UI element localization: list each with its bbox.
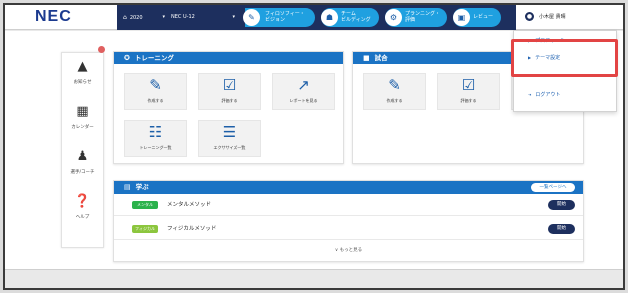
tab-team-building[interactable]: ☗ チーム ビルディング (321, 8, 379, 27)
clipboard-run-icon: ☰ (222, 123, 237, 141)
show-more-link[interactable]: ∨ もっと見る (114, 247, 583, 253)
chevron-down-icon: ▾ (162, 14, 165, 20)
window-frame: NEC ⌂ 2020 ▾ NEC U-12 ▾ ✎ フィロソフィー・ ビジョン ☗… (3, 3, 625, 290)
training-title: トレーニング (134, 54, 174, 62)
edit-doc-icon: ✎ (388, 76, 401, 94)
training-report-tile[interactable]: ↗ レポートを見る (272, 73, 335, 110)
sidebar-item-calendar[interactable]: ▦ カレンダー (62, 98, 103, 142)
home-icon: ⌂ (123, 14, 127, 21)
tab-label: フィロソフィー・ ビジョン (265, 11, 305, 23)
category-badge: フィジカル (132, 225, 158, 233)
year-select[interactable]: ⌂ 2020 ▾ (123, 11, 165, 24)
logout-icon: ⇥ (528, 92, 532, 97)
list-page-button[interactable]: 一覧ページへ (531, 183, 575, 192)
menu-item-logout[interactable]: ⇥ ログアウト (514, 85, 616, 105)
philosophy-icon: ✎ (243, 9, 260, 26)
calendar-icon: ▦ (76, 104, 89, 119)
list-item: フィジカル フィジカルメソッド 開始 (114, 218, 583, 240)
tab-philosophy-vision[interactable]: ✎ フィロソフィー・ ビジョン (243, 8, 315, 27)
user-menu-toggle[interactable]: ● 小木屋 貴晴 (525, 5, 566, 30)
edit-doc-icon: ✎ (149, 76, 162, 94)
tile-label: 評価する (460, 98, 477, 103)
users-icon: ♟ (76, 149, 89, 164)
sidebar-item-players-coaches[interactable]: ♟ 選手/コーチ (62, 143, 103, 187)
nav-bar: ⌂ 2020 ▾ NEC U-12 ▾ ✎ フィロソフィー・ ビジョン ☗ チーム… (117, 5, 516, 30)
training-card: ✪ トレーニング ✎ 作成する ☑ 評価する ↗ レポートを見る ☷ トレーニング… (113, 51, 344, 164)
show-more-label: もっと見る (339, 248, 363, 253)
match-create-tile[interactable]: ✎ 作成する (363, 73, 426, 110)
tile-label: レポートを見る (289, 98, 318, 103)
training-list-tile[interactable]: ☷ トレーニング一覧 (124, 120, 187, 157)
tile-label: トレーニング一覧 (139, 145, 172, 150)
year-select-value: 2020 (129, 15, 143, 21)
start-button[interactable]: 開始 (548, 224, 575, 234)
user-avatar-icon: ● (525, 12, 534, 21)
side-nav: ▲ お知らせ ▦ カレンダー ♟ 選手/コーチ ❓ ヘルプ (61, 52, 104, 248)
team-select-value: NEC U-12 (171, 14, 195, 20)
match-icon: ■ (363, 54, 370, 62)
menu-item-label: ログアウト (535, 92, 561, 98)
planning-icon: ⚙ (385, 9, 402, 26)
start-button[interactable]: 開始 (548, 200, 575, 210)
tile-label: エクササイズ一覧 (213, 145, 246, 150)
sidebar-item-label: ヘルプ (75, 215, 90, 220)
tile-label: 作成する (386, 98, 403, 103)
team-select[interactable]: NEC U-12 ▾ (171, 11, 235, 24)
clipboard-list-icon: ☷ (148, 123, 163, 141)
tile-label: 作成する (147, 98, 164, 103)
exercise-list-tile[interactable]: ☰ エクササイズ一覧 (198, 120, 261, 157)
sidebar-item-label: 選手/コーチ (70, 170, 95, 175)
chevron-down-icon: ▾ (232, 14, 235, 20)
chevron-down-icon: ∨ (334, 248, 339, 253)
check-box-icon: ☑ (222, 76, 237, 94)
highlight-box (511, 39, 618, 77)
method-title: フィジカルメソッド (167, 226, 217, 232)
tile-label: 評価する (221, 98, 238, 103)
learn-header: ▤ 学ぶ 一覧ページへ (114, 181, 583, 194)
tab-label: チーム ビルディング (341, 11, 371, 23)
learn-card: ▤ 学ぶ 一覧ページへ メンタル メンタルメソッド 開始 フィジカル フィジカルメ… (113, 180, 584, 262)
learn-title: 学ぶ (135, 183, 149, 191)
review-icon: ▣ (453, 9, 470, 26)
training-create-tile[interactable]: ✎ 作成する (124, 73, 187, 110)
training-evaluate-tile[interactable]: ☑ 評価する (198, 73, 261, 110)
tab-planning-evaluation[interactable]: ⚙ プランニング・ 評価 (385, 8, 447, 27)
user-name: 小木屋 貴晴 (539, 14, 566, 20)
top-header: NEC ⌂ 2020 ▾ NEC U-12 ▾ ✎ フィロソフィー・ ビジョン ☗… (5, 5, 623, 30)
training-header: ✪ トレーニング (114, 52, 343, 64)
notification-badge (98, 46, 105, 53)
nec-logo[interactable]: NEC (35, 8, 85, 26)
tab-label: レビュー (473, 14, 494, 20)
tab-label: プランニング・ 評価 (405, 11, 441, 23)
check-box-icon: ☑ (461, 76, 476, 94)
chart-up-icon: ↗ (297, 76, 310, 94)
list-item: メンタル メンタルメソッド 開始 (114, 194, 583, 216)
help-icon: ❓ (74, 194, 91, 209)
sidebar-item-label: カレンダー (71, 125, 94, 130)
sidebar-item-label: お知らせ (73, 80, 92, 85)
running-icon: ✪ (124, 54, 130, 62)
sidebar-item-help[interactable]: ❓ ヘルプ (62, 188, 103, 232)
bell-icon: ▲ (77, 59, 88, 74)
match-title: 試合 (374, 54, 388, 62)
match-evaluate-tile[interactable]: ☑ 評価する (437, 73, 500, 110)
tab-review[interactable]: ▣ レビュー (453, 8, 501, 27)
method-title: メンタルメソッド (167, 202, 212, 208)
sidebar-item-notifications[interactable]: ▲ お知らせ (62, 53, 103, 97)
book-icon: ▤ (124, 183, 131, 191)
team-icon: ☗ (321, 9, 338, 26)
category-badge: メンタル (132, 201, 158, 209)
